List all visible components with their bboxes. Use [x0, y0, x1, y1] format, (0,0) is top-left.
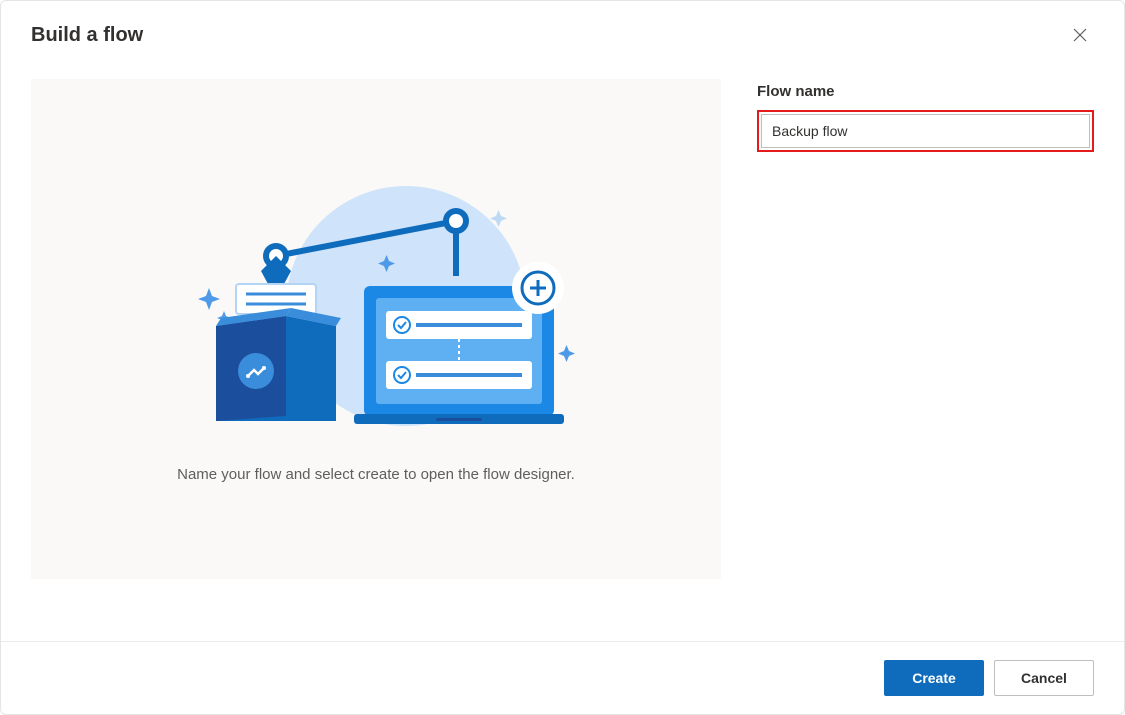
flow-name-input[interactable]	[761, 114, 1090, 148]
illustration-panel: Name your flow and select create to open…	[31, 79, 721, 579]
form-panel: Flow name	[757, 79, 1094, 611]
close-icon	[1072, 27, 1088, 43]
dialog-title: Build a flow	[31, 24, 143, 47]
help-text: Name your flow and select create to open…	[177, 466, 575, 483]
create-button[interactable]: Create	[884, 660, 984, 696]
dialog-footer: Create Cancel	[1, 641, 1124, 714]
build-flow-dialog: Build a flow	[0, 0, 1125, 715]
dialog-body: Name your flow and select create to open…	[1, 59, 1124, 641]
flow-builder-illustration-icon	[166, 176, 586, 436]
flow-name-highlight	[757, 110, 1094, 152]
flow-name-label: Flow name	[757, 83, 1094, 100]
dialog-header: Build a flow	[1, 1, 1124, 59]
cancel-button[interactable]: Cancel	[994, 660, 1094, 696]
close-button[interactable]	[1066, 21, 1094, 49]
